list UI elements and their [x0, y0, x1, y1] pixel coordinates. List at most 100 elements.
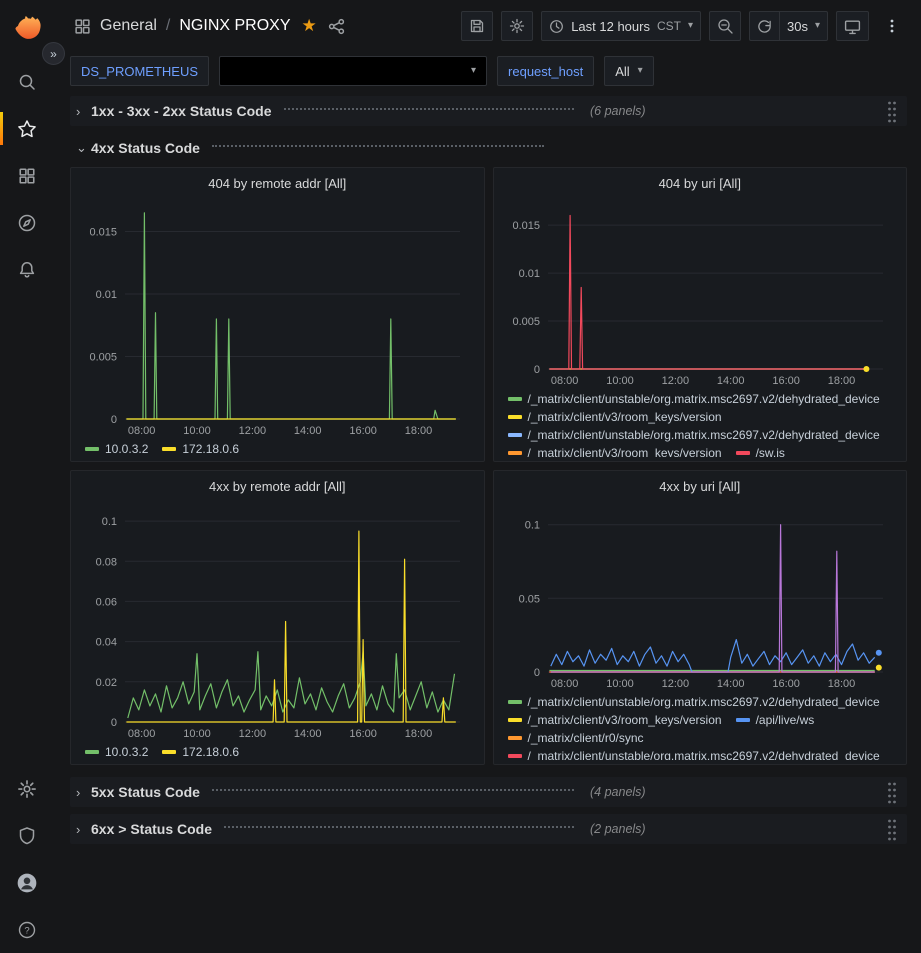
dashboards-icon — [18, 167, 36, 185]
panel-title[interactable]: 404 by uri [All] — [502, 172, 899, 196]
timeseries-chart-404-by-uri[interactable]: 00.0050.010.01508:0010:0012:0014:0016:00… — [502, 196, 899, 389]
request-host-variable-select[interactable]: All ▾ — [604, 56, 653, 86]
more-options-button[interactable] — [877, 11, 907, 41]
sidebar-item-starred[interactable] — [0, 105, 54, 152]
sidebar-item-help[interactable]: ? — [0, 906, 54, 953]
panels-grid: 404 by remote addr [All] 00.0050.010.015… — [70, 167, 907, 765]
legend-item[interactable]: 172.18.0.6 — [162, 441, 239, 457]
svg-text:10:00: 10:00 — [606, 678, 634, 690]
legend-item[interactable]: /sw.js — [736, 445, 785, 457]
legend-label: /_matrix/client/v3/room_keys/version — [528, 445, 722, 457]
svg-text:0.01: 0.01 — [96, 289, 117, 301]
sidebar-item-dashboards[interactable] — [0, 152, 54, 199]
legend-item[interactable]: 172.18.0.6 — [162, 744, 239, 760]
chevron-down-icon: ▾ — [638, 66, 643, 76]
svg-text:12:00: 12:00 — [239, 728, 267, 740]
legend-item[interactable]: /_matrix/client/v3/room_keys/version — [508, 712, 722, 728]
tv-mode-button[interactable] — [836, 11, 869, 41]
timeseries-chart-4xx-by-uri[interactable]: 00.050.108:0010:0012:0014:0016:0018:00 — [502, 499, 899, 692]
panel-count: (2 panels) — [590, 822, 646, 836]
row-title: 6xx > Status Code — [91, 821, 212, 837]
request-host-label-text: request_host — [508, 64, 583, 79]
monitor-icon — [844, 18, 861, 35]
zoom-out-time-button[interactable] — [709, 11, 741, 41]
double-chevron-right-icon: » — [50, 48, 57, 60]
sidebar-item-alerting[interactable] — [0, 246, 54, 293]
legend-item[interactable]: 10.0.3.2 — [85, 441, 148, 457]
save-dashboard-button[interactable] — [461, 11, 493, 41]
legend-label: /_matrix/client/unstable/org.matrix.msc2… — [528, 427, 880, 443]
svg-text:16:00: 16:00 — [349, 425, 377, 437]
legend-label: /_matrix/client/unstable/org.matrix.msc2… — [528, 748, 880, 760]
datasource-variable-select[interactable]: ▾ — [219, 56, 487, 86]
timeseries-chart-4xx-by-remote-addr[interactable]: 00.020.040.060.080.108:0010:0012:0014:00… — [79, 499, 476, 742]
dashboard-settings-button[interactable] — [501, 11, 533, 41]
svg-text:14:00: 14:00 — [294, 425, 322, 437]
legend-item[interactable]: /_matrix/client/unstable/org.matrix.msc2… — [508, 391, 880, 407]
panel-title[interactable]: 404 by remote addr [All] — [79, 172, 476, 196]
legend-item[interactable]: /api/live/ws — [736, 712, 815, 728]
row-title: 1xx - 3xx - 2xx Status Code — [91, 103, 272, 119]
panel-4xx-by-uri: 4xx by uri [All] 00.050.108:0010:0012:00… — [493, 470, 908, 765]
chart-legend: /_matrix/client/unstable/org.matrix.msc2… — [502, 389, 899, 457]
legend-swatch — [508, 433, 522, 437]
legend-item[interactable]: /_matrix/client/unstable/org.matrix.msc2… — [508, 694, 880, 710]
svg-text:16:00: 16:00 — [772, 375, 800, 387]
row-header-5xx[interactable]: › 5xx Status Code (4 panels) — [70, 777, 907, 807]
share-icon[interactable] — [328, 18, 345, 35]
sidebar-item-search[interactable] — [0, 58, 54, 105]
legend-label: /sw.js — [756, 445, 785, 457]
svg-text:0.005: 0.005 — [89, 352, 117, 364]
svg-text:0.01: 0.01 — [518, 268, 539, 280]
legend-label: /_matrix/client/r0/sync — [528, 730, 644, 746]
svg-text:12:00: 12:00 — [661, 678, 689, 690]
row-header-4xx[interactable]: ⌄ 4xx Status Code — [70, 133, 907, 163]
row-drag-handle[interactable] — [883, 817, 901, 841]
help-icon: ? — [17, 920, 37, 940]
legend-item[interactable]: 10.0.3.2 — [85, 744, 148, 760]
variables-bar: DS_PROMETHEUS ▾ request_host All ▾ — [54, 52, 921, 90]
svg-text:16:00: 16:00 — [349, 728, 377, 740]
legend-item[interactable]: /_matrix/client/v3/room_keys/version — [508, 445, 722, 457]
svg-text:0: 0 — [111, 717, 117, 729]
row-drag-handle[interactable] — [883, 780, 901, 804]
star-icon — [17, 119, 37, 139]
refresh-button-group: 30s ▾ — [749, 11, 828, 41]
dotted-leader — [284, 108, 574, 110]
refresh-button[interactable] — [749, 11, 779, 41]
breadcrumb-folder[interactable]: General — [100, 17, 157, 35]
legend-swatch — [736, 718, 750, 722]
svg-text:0.015: 0.015 — [89, 227, 117, 239]
request-host-variable-label[interactable]: request_host — [497, 56, 594, 86]
time-range-picker[interactable]: Last 12 hours CST ▾ — [541, 11, 701, 41]
dashboard-canvas: › 1xx - 3xx - 2xx Status Code (6 panels) — [54, 90, 921, 953]
refresh-interval-dropdown[interactable]: 30s ▾ — [779, 11, 828, 41]
grafana-logo-icon[interactable] — [10, 10, 44, 44]
sidebar-expand-button[interactable]: » — [42, 42, 65, 65]
row-header-6xx[interactable]: › 6xx > Status Code (2 panels) — [70, 814, 907, 844]
svg-text:0.02: 0.02 — [96, 677, 117, 689]
svg-text:08:00: 08:00 — [128, 425, 156, 437]
row-header-1xx-3xx-2xx[interactable]: › 1xx - 3xx - 2xx Status Code (6 panels) — [70, 96, 907, 126]
timeseries-chart-404-by-remote-addr[interactable]: 00.0050.010.01508:0010:0012:0014:0016:00… — [79, 196, 476, 439]
dotted-leader — [212, 145, 544, 147]
favorite-star-icon[interactable]: ★ — [302, 16, 317, 36]
datasource-variable-label[interactable]: DS_PROMETHEUS — [70, 56, 209, 86]
sidebar-item-configuration[interactable] — [0, 765, 54, 812]
legend-item[interactable]: /_matrix/client/v3/room_keys/version — [508, 409, 722, 425]
legend-item[interactable]: /_matrix/client/unstable/org.matrix.msc2… — [508, 748, 880, 760]
dashboard-title[interactable]: NGINX PROXY — [179, 17, 290, 35]
row-drag-handle[interactable] — [883, 99, 901, 123]
legend-item[interactable]: /_matrix/client/unstable/org.matrix.msc2… — [508, 427, 880, 443]
panel-title[interactable]: 4xx by uri [All] — [502, 475, 899, 499]
sidebar-item-server-admin[interactable] — [0, 812, 54, 859]
panel-title[interactable]: 4xx by remote addr [All] — [79, 475, 476, 499]
sidebar-item-profile[interactable] — [0, 859, 54, 906]
legend-swatch — [85, 447, 99, 451]
svg-text:0.08: 0.08 — [96, 556, 117, 568]
legend-swatch — [162, 447, 176, 451]
svg-text:12:00: 12:00 — [239, 425, 267, 437]
svg-text:10:00: 10:00 — [606, 375, 634, 387]
sidebar-item-explore[interactable] — [0, 199, 54, 246]
legend-item[interactable]: /_matrix/client/r0/sync — [508, 730, 644, 746]
